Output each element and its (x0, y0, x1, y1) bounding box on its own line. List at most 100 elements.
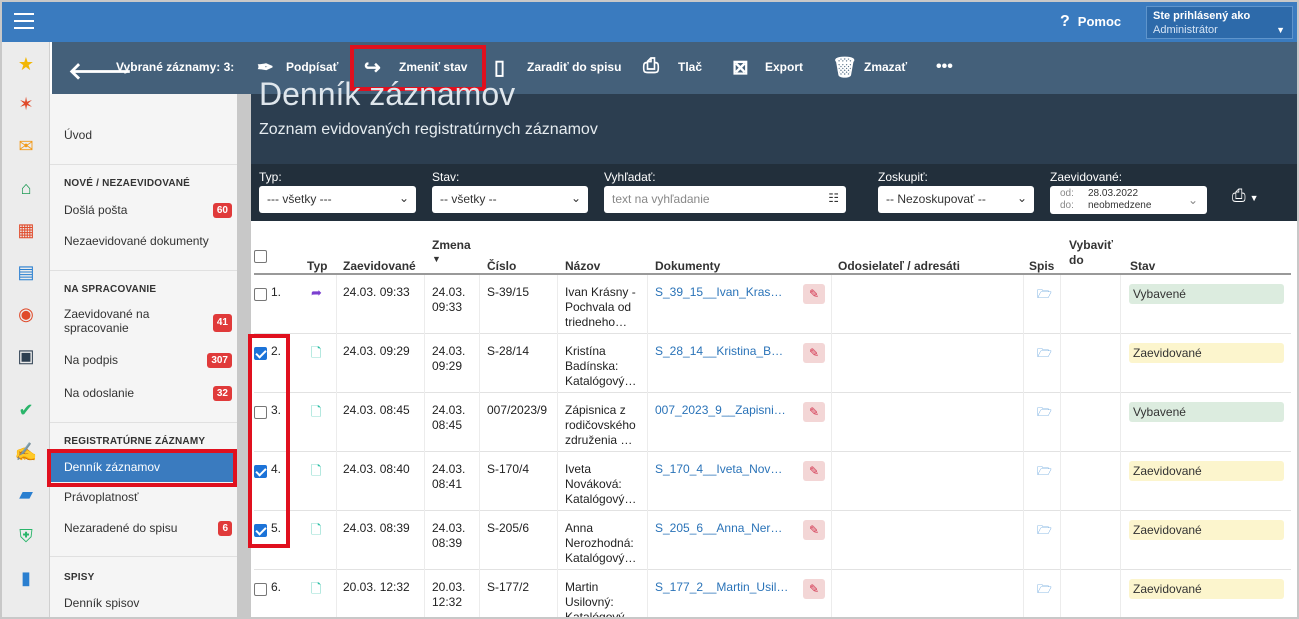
document-link[interactable]: S_170_4__Iveta_Nov… (655, 462, 782, 477)
home-icon[interactable]: ⌂ (2, 176, 50, 200)
type-select[interactable]: --- všetky --- ⌄ (259, 186, 416, 213)
cell-divider (831, 511, 832, 570)
table-row[interactable]: 2. 🗋 24.03. 09:29 24.03. 09:29 S-28/14 Kristín… (254, 334, 1291, 393)
check-circle-icon[interactable]: ✔ (2, 398, 50, 422)
col-number[interactable]: Číslo (487, 259, 516, 273)
folder-open-icon[interactable]: 🗁 (1037, 285, 1052, 306)
registered-label: Zaevidované: (1050, 170, 1123, 184)
cell-divider (1060, 393, 1061, 452)
table-row[interactable]: 4. 🗋 24.03. 08:40 24.03. 08:41 S-170/4 Iveta No… (254, 452, 1291, 511)
cell-divider (1060, 275, 1061, 334)
cell-divider (1120, 570, 1121, 617)
count-badge: 32 (212, 386, 232, 401)
registered-cell: 24.03. 08:45 (343, 403, 410, 417)
document-link[interactable]: S_39_15__Ivan_Kras… (655, 285, 782, 300)
select-all-checkbox[interactable] (254, 250, 267, 263)
date-range-picker[interactable]: od: 28.03.2022 do: neobmedzene ⌄ (1050, 186, 1207, 214)
sidebar-item-intro[interactable]: Úvod (64, 128, 232, 142)
user-menu[interactable]: Ste prihlásený ako Administrátor ▼ (1146, 6, 1293, 39)
col-resolve-by[interactable]: Vybaviť do (1069, 238, 1113, 268)
count-badge: 307 (207, 353, 232, 368)
col-registered[interactable]: Zaevidované (343, 259, 416, 273)
printer-icon: ⎙ (1232, 186, 1246, 205)
edit-pencil-icon[interactable]: ✎ (803, 579, 825, 599)
cell-divider (647, 452, 648, 511)
divider (50, 164, 237, 165)
table-row[interactable]: 1. ➦ 24.03. 09:33 24.03. 09:33 S-39/15 Ivan Kr… (254, 275, 1291, 334)
folder-open-icon[interactable]: 🗁 (1037, 521, 1052, 542)
name-cell: Anna Nerozhodná: Katalógový… (565, 521, 637, 565)
cell-divider (831, 570, 832, 617)
table-row[interactable]: 3. 🗋 24.03. 08:45 24.03. 08:45 007/2023/9 Zápi… (254, 393, 1291, 452)
document-link[interactable]: S_28_14__Kristina_B… (655, 344, 783, 359)
document-link[interactable]: S_177_2__Martin_Usil… (655, 580, 788, 595)
selection-action-bar: 🡐 Vybrané záznamy: 3: ✒ Podpísať ↪ Zmeniť … (52, 42, 1297, 94)
sidebar-item-na-podpis[interactable]: Na podpis 307 (64, 353, 232, 368)
sidebar-item-na-odoslanie[interactable]: Na odoslanie 32 (64, 386, 232, 401)
document-icon: 🗋 (311, 345, 322, 360)
sidebar-item-nezaradene[interactable]: Nezaradené do spisu 6 (64, 521, 232, 536)
edit-pencil-icon[interactable]: ✎ (803, 402, 825, 422)
row-checkbox[interactable] (254, 288, 267, 301)
folder-open-icon[interactable]: 🗁 (1037, 344, 1052, 365)
row-checkbox[interactable] (254, 583, 267, 596)
sliders-icon[interactable]: ☷ (828, 191, 839, 205)
print-dropdown[interactable]: ⎙ ▼ (1232, 186, 1259, 206)
edit-pencil-icon[interactable]: ✎ (803, 520, 825, 540)
folder-open-icon[interactable]: 🗁 (1037, 403, 1052, 424)
cell-divider (1120, 275, 1121, 334)
signature-icon[interactable]: ✍ (2, 440, 50, 464)
registered-cell: 24.03. 08:39 (343, 521, 410, 535)
state-select[interactable]: -- všetky -- ⌄ (432, 186, 588, 213)
folder-open-icon[interactable]: 🗁 (1037, 580, 1052, 601)
edit-pencil-icon[interactable]: ✎ (803, 461, 825, 481)
briefcase-icon[interactable]: ▰ (2, 482, 50, 506)
document-link[interactable]: S_205_6__Anna_Ner… (655, 521, 782, 536)
edit-pencil-icon[interactable]: ✎ (803, 343, 825, 363)
sidebar-item-zaevidovane[interactable]: Zaevidované na spracovanie 41 (64, 307, 232, 335)
shield-icon[interactable]: ⛨ (2, 524, 50, 548)
status-badge: Vybavené (1129, 402, 1284, 422)
group-select[interactable]: -- Nezoskupovať -- ⌄ (878, 186, 1034, 213)
more-button[interactable]: ••• (936, 58, 953, 76)
help-link[interactable]: ? Pomoc (1060, 13, 1121, 31)
folder-open-icon[interactable]: 🗁 (1037, 462, 1052, 483)
cell-divider (831, 393, 832, 452)
person-icon[interactable]: ◉ (2, 302, 50, 326)
sidebar-item-nezaevidovane[interactable]: Nezaevidované dokumenty (64, 234, 232, 248)
schedule-icon[interactable]: ▣ (2, 344, 50, 368)
col-state[interactable]: Stav (1130, 259, 1155, 273)
calendar-grid-icon[interactable]: ▦ (2, 218, 50, 242)
changed-cell: 24.03. 09:33 (432, 285, 466, 314)
cell-divider (647, 393, 648, 452)
number-cell: S-28/14 (487, 344, 530, 358)
sidebar-item-dennik-spisov[interactable]: Denník spisov (64, 596, 232, 610)
section-processing: NA SPRACOVANIE (64, 284, 157, 295)
name-cell: Ivan Krásny - Pochvala od triedneho… (565, 285, 636, 329)
col-name[interactable]: Názov (565, 259, 600, 273)
document-link[interactable]: 007_2023_9__Zapisni… (655, 403, 786, 418)
excel-icon: ⊠ (732, 57, 749, 79)
date-to: neobmedzene (1088, 200, 1152, 211)
col-changed[interactable]: Zmena ▼ (432, 238, 471, 264)
star-icon[interactable]: ★ (2, 52, 50, 76)
sidebar-item-pravoplatnost[interactable]: Právoplatnosť (64, 490, 232, 504)
table-row[interactable]: 6. 🗋 20.03. 12:32 20.03. 12:32 S-177/2 Martin U… (254, 570, 1291, 617)
status-badge: Zaevidované (1129, 520, 1284, 540)
sidebar-item-dosla-posta[interactable]: Došlá pošta 60 (64, 203, 232, 218)
number-cell: S-39/15 (487, 285, 530, 299)
chevron-down-icon: ⌄ (398, 191, 409, 205)
book-icon[interactable]: ▤ (2, 260, 50, 284)
magic-wand-icon[interactable]: ✶ (2, 92, 50, 116)
cell-divider (479, 511, 480, 570)
section-new: NOVÉ / NEZAEVIDOVANÉ (64, 178, 191, 189)
mail-icon[interactable]: ✉ (2, 134, 50, 158)
table-row[interactable]: 5. 🗋 24.03. 08:39 24.03. 08:39 S-205/6 Anna Ner… (254, 511, 1291, 570)
search-input[interactable]: text na vyhľadanie ☷ (604, 186, 846, 213)
chart-icon[interactable]: ▮ (2, 566, 50, 590)
edit-pencil-icon[interactable]: ✎ (803, 284, 825, 304)
hamburger-menu-icon[interactable] (14, 13, 34, 29)
changed-cell: 24.03. 08:45 (432, 403, 466, 432)
question-icon: ? (1060, 13, 1070, 30)
cell-divider (647, 334, 648, 393)
